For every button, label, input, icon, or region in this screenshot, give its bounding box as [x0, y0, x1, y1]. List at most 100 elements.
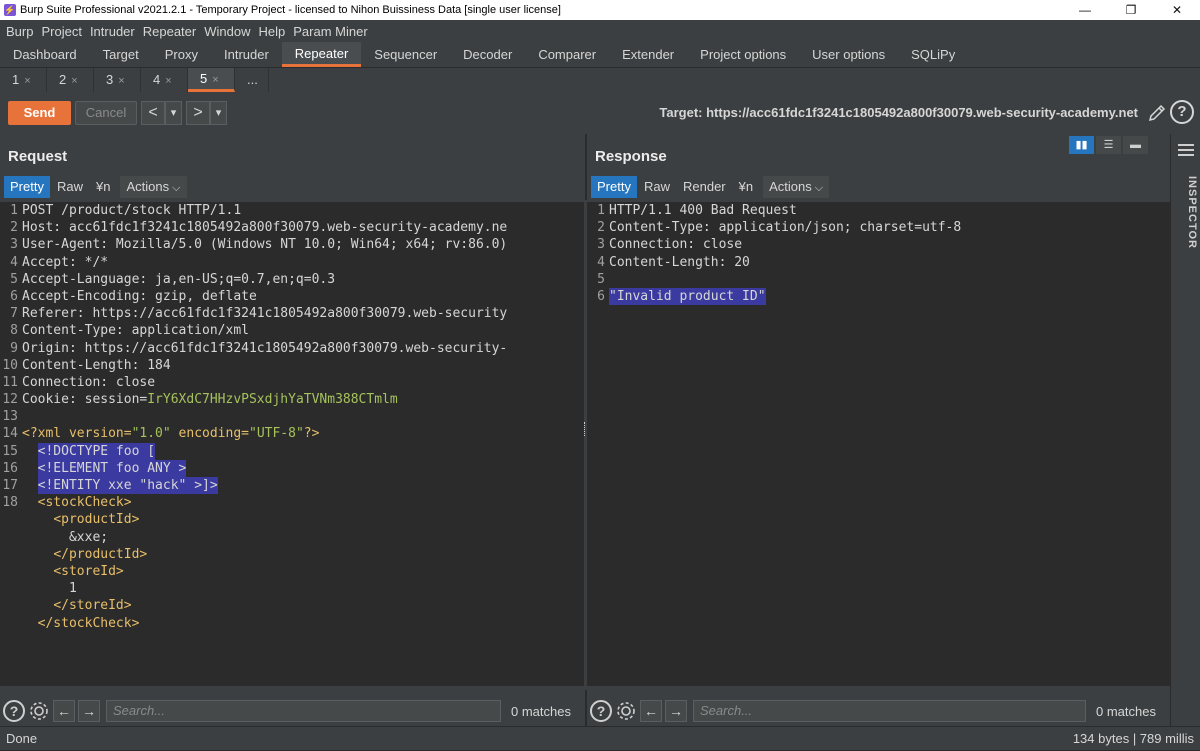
- menu-repeater[interactable]: Repeater: [143, 24, 203, 39]
- search-help-icon[interactable]: ?: [590, 700, 612, 722]
- history-back-dropdown[interactable]: ▾: [165, 101, 182, 125]
- tab-extender[interactable]: Extender: [609, 42, 687, 67]
- menu-param-miner[interactable]: Param Miner: [293, 24, 374, 39]
- new-tab-button[interactable]: ...: [235, 68, 269, 92]
- layout-tabbed-icon[interactable]: ▬: [1123, 136, 1148, 154]
- code-line: 14 <?xml version= "1.0" encoding= "UTF-8" ?>: [0, 425, 585, 442]
- code-text: POST /product/stock HTTP/1.1: [22, 203, 242, 218]
- repeater-tab-2[interactable]: 2 ×: [47, 68, 94, 92]
- code-line: 17 <!ENTITY xxe "hack" >]>: [0, 477, 585, 495]
- close-tab-icon[interactable]: ×: [212, 74, 218, 86]
- repeater-tab-label: 4: [153, 72, 161, 87]
- menu-intruder[interactable]: Intruder: [90, 24, 142, 39]
- code-line: 15 <!DOCTYPE foo [: [0, 442, 585, 460]
- response-search-input[interactable]: Search...: [693, 700, 1086, 722]
- repeater-tab-1[interactable]: 1 ×: [0, 68, 47, 92]
- main-tab-bar: Dashboard Target Proxy Intruder Repeater Sequ…: [0, 42, 1200, 68]
- layout-side-by-side-icon[interactable]: ▮▮: [1069, 136, 1094, 154]
- restore-button[interactable]: ❐: [1108, 0, 1154, 20]
- tab-user-options[interactable]: User options: [799, 42, 898, 67]
- layout-stacked-icon[interactable]: ☰: [1096, 136, 1121, 154]
- line-number: 17: [2, 478, 18, 493]
- history-forward-button[interactable]: >: [186, 101, 210, 125]
- repeater-tab-3[interactable]: 3 ×: [94, 68, 141, 92]
- search-next-arrow-icon[interactable]: →: [665, 700, 687, 722]
- tab-comparer[interactable]: Comparer: [525, 42, 609, 67]
- minimize-button[interactable]: —: [1062, 0, 1108, 20]
- search-settings-gear-icon[interactable]: [615, 700, 637, 722]
- request-editor[interactable]: 1 POST /product/stock HTTP/1.1 2 Host: acc6…: [0, 202, 585, 686]
- help-icon[interactable]: ?: [1170, 100, 1194, 124]
- target-label: Target: https://acc61fdc1f3241c1805492a8…: [659, 105, 1138, 120]
- close-tab-icon[interactable]: ×: [118, 75, 124, 87]
- code-text: <!DOCTYPE foo [: [37, 442, 156, 460]
- repeater-tab-label: 2: [59, 72, 67, 87]
- request-matches-count: 0 matches: [511, 703, 571, 719]
- menu-burp[interactable]: Burp: [6, 24, 40, 39]
- cancel-button[interactable]: Cancel: [75, 101, 137, 125]
- request-search-input[interactable]: Search...: [106, 700, 501, 722]
- search-help-icon[interactable]: ?: [3, 700, 25, 722]
- menu-project[interactable]: Project: [41, 24, 88, 39]
- send-button[interactable]: Send: [8, 101, 71, 125]
- line-number: [0, 546, 22, 563]
- tab-intruder[interactable]: Intruder: [211, 42, 282, 67]
- request-view-newline[interactable]: ¥n: [90, 176, 116, 198]
- response-search-bar: ? ← → Search... 0 matches: [587, 696, 1170, 726]
- response-view-pretty[interactable]: Pretty: [591, 176, 637, 198]
- request-view-pretty[interactable]: Pretty: [4, 176, 50, 198]
- tab-project-options[interactable]: Project options: [687, 42, 799, 67]
- request-view-raw[interactable]: Raw: [51, 176, 89, 198]
- tab-repeater[interactable]: Repeater: [281, 42, 362, 67]
- tab-sqlipy[interactable]: SQLiPy: [898, 42, 968, 67]
- response-view-render[interactable]: Render: [677, 176, 732, 198]
- search-previous-arrow-icon[interactable]: ←: [640, 700, 662, 722]
- code-line: 4 Accept: */*: [0, 254, 585, 271]
- close-tab-icon[interactable]: ×: [165, 75, 171, 87]
- request-actions-menu[interactable]: Actions ⌵: [120, 176, 187, 198]
- search-previous-arrow-icon[interactable]: ←: [53, 700, 75, 722]
- code-text: "UTF-8": [249, 426, 304, 442]
- tab-proxy[interactable]: Proxy: [152, 42, 211, 67]
- response-view-tabs: Pretty Raw Render ¥n Actions ⌵: [591, 176, 830, 198]
- history-forward-dropdown[interactable]: ▾: [210, 101, 227, 125]
- search-settings-gear-icon[interactable]: [28, 700, 50, 722]
- code-text: <productId>: [53, 512, 140, 528]
- history-back-button[interactable]: <: [141, 101, 165, 125]
- code-text: Cookie: session=: [22, 392, 148, 408]
- code-text: Content-Length: 20: [609, 254, 750, 270]
- close-tab-icon[interactable]: ×: [71, 75, 77, 87]
- edit-target-pencil-icon[interactable]: [1146, 102, 1168, 124]
- menu-window[interactable]: Window: [204, 24, 257, 39]
- repeater-tab-4[interactable]: 4 ×: [141, 68, 188, 92]
- code-text: Accept-Encoding: gzip, deflate: [22, 288, 257, 304]
- code-text: </productId>: [53, 546, 148, 562]
- response-actions-menu[interactable]: Actions ⌵: [763, 176, 830, 198]
- line-number: 12: [2, 392, 18, 408]
- tab-decoder[interactable]: Decoder: [450, 42, 525, 67]
- response-view-newline[interactable]: ¥n: [733, 176, 759, 198]
- response-view-raw[interactable]: Raw: [638, 176, 676, 198]
- inspector-label[interactable]: INSPECTOR: [1174, 176, 1198, 249]
- line-number: 3: [10, 237, 18, 253]
- tab-dashboard[interactable]: Dashboard: [0, 42, 90, 67]
- menu-help[interactable]: Help: [258, 24, 292, 39]
- code-text: </storeId>: [53, 598, 132, 614]
- inspector-sidebar[interactable]: INSPECTOR: [1170, 134, 1200, 726]
- line-number: 4: [597, 254, 605, 270]
- inspector-menu-icon[interactable]: [1178, 144, 1194, 159]
- close-tab-icon[interactable]: ×: [24, 75, 30, 87]
- search-next-arrow-icon[interactable]: →: [78, 700, 100, 722]
- code-line: </stockCheck>: [0, 615, 585, 632]
- repeater-tab-5[interactable]: 5 ×: [188, 68, 235, 92]
- line-number: 16: [2, 460, 18, 476]
- tab-sequencer[interactable]: Sequencer: [361, 42, 450, 67]
- code-text: Origin: https://acc61fdc1f3241c1805492a8…: [22, 340, 508, 356]
- code-line: 11 Connection: close: [0, 374, 585, 391]
- close-window-button[interactable]: ✕: [1154, 0, 1200, 20]
- line-number: 1: [597, 203, 605, 218]
- response-editor[interactable]: 1 HTTP/1.1 400 Bad Request 2 Content-Type: …: [587, 202, 1170, 686]
- tab-target[interactable]: Target: [90, 42, 152, 67]
